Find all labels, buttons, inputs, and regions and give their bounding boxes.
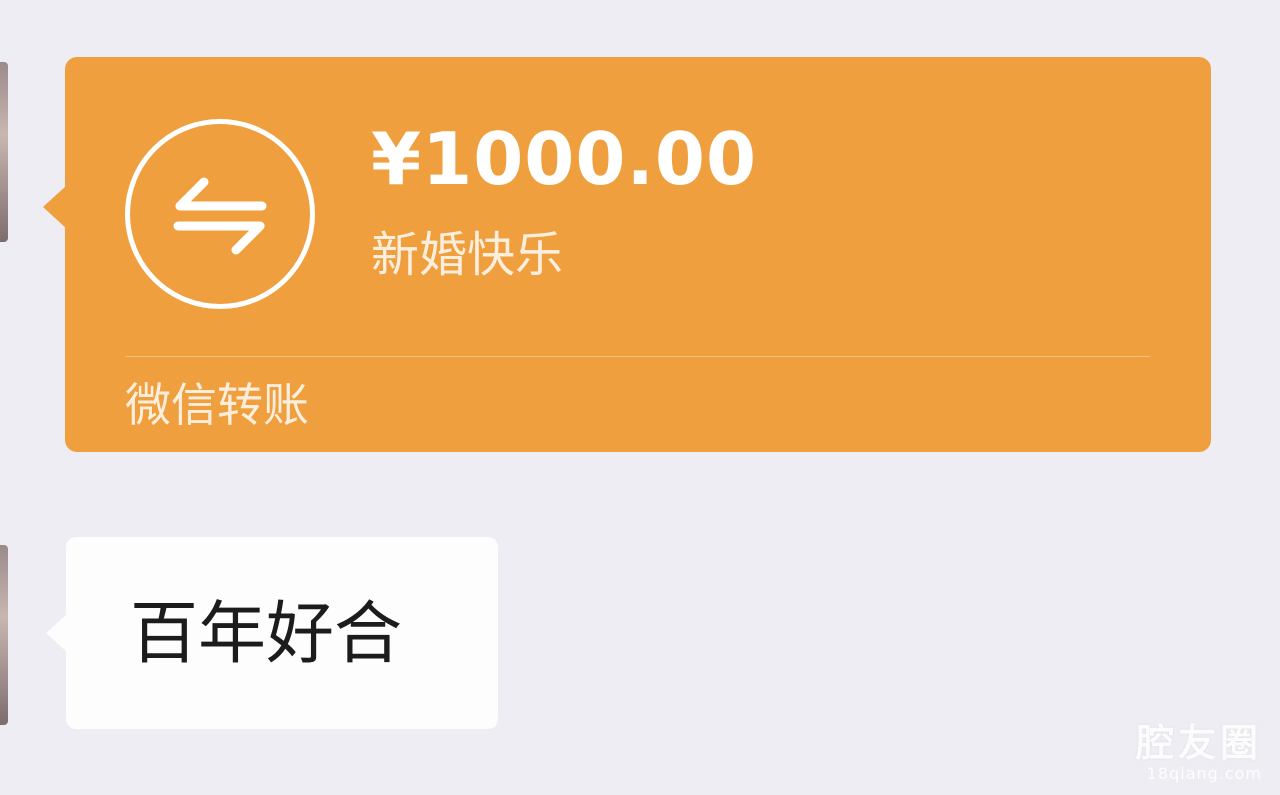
text-message-bubble[interactable]: 百年好合 bbox=[46, 537, 498, 729]
transfer-message-bubble[interactable]: ¥1000.00 新婚快乐 微信转账 bbox=[43, 57, 1211, 452]
message-text: 百年好合 bbox=[130, 595, 403, 674]
watermark-title: 腔友圈 bbox=[1135, 721, 1262, 765]
sender-avatar[interactable] bbox=[0, 545, 8, 725]
transfer-type-label: 微信转账 bbox=[125, 378, 309, 432]
bubble-tail bbox=[46, 613, 68, 653]
transfer-arrows-icon bbox=[125, 119, 315, 309]
transfer-memo: 新婚快乐 bbox=[371, 227, 564, 283]
watermark-url: 18qiang.com bbox=[1146, 764, 1262, 783]
sender-avatar[interactable] bbox=[0, 62, 8, 242]
bubble-divider bbox=[125, 356, 1150, 357]
watermark: 腔友圈 18qiang.com bbox=[1136, 721, 1262, 783]
transfer-amount: ¥1000.00 bbox=[371, 117, 758, 201]
bubble-tail bbox=[43, 185, 67, 229]
